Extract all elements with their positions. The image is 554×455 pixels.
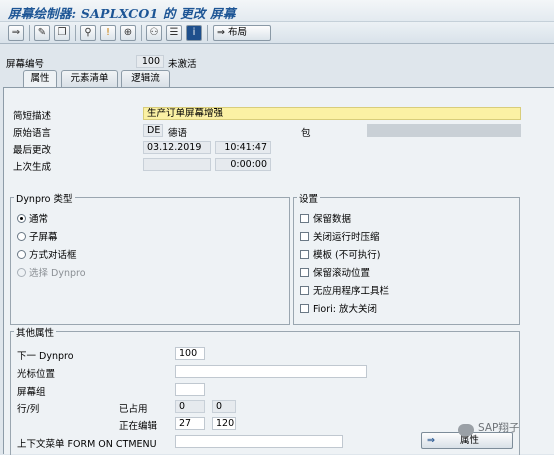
editing-column-field[interactable]: 120 [212,417,236,430]
toolbar-separator [29,25,30,41]
screen-group-field[interactable] [175,383,205,396]
arrow-right-icon: ⇒ [427,435,435,446]
package-label: 包 [301,128,311,139]
radio-icon [17,232,26,241]
display-change-icon[interactable]: ✎ [34,25,50,41]
activate-icon[interactable]: ! [100,25,116,41]
radio-selected-icon [17,214,26,223]
toolbar-separator [141,25,142,41]
test-icon[interactable]: ⊕ [120,25,136,41]
radio-subscreen[interactable]: 子屏幕 [17,229,58,243]
checkbox-hold-data[interactable]: 保留数据 [300,211,351,225]
other-attributes-title: 其他属性 [14,325,57,339]
where-used-icon[interactable]: ⚇ [146,25,162,41]
last-generated-date [143,158,211,171]
context-menu-field[interactable] [175,435,343,448]
last-changed-label: 最后更改 [13,145,52,156]
context-menu-label: 上下文菜单 FORM ON CTMENU [17,439,157,450]
radio-modal-dialog[interactable]: 方式对话框 [17,247,77,261]
editing-row-field[interactable]: 27 [175,417,205,430]
checkbox-fiori-zoom-off[interactable]: Fiori: 放大关闭 [300,301,377,315]
last-changed-time: 10:41:47 [215,141,271,154]
layout-button-label: 布局 [227,27,247,38]
original-language-code: DE [143,124,163,137]
title-bar: 屏幕绘制器: SAPLXCO1 的 更改 屏幕 [0,0,554,22]
dynpro-type-title: Dynpro 类型 [14,191,75,205]
checkbox-icon [300,250,309,259]
last-changed-date: 03.12.2019 [143,141,211,154]
attributes-panel: 简短描述 生产订单屏幕增强 原始语言 DE 德语 包 最后更改 03.12.20… [3,87,554,455]
attributes-button-label: 属性 [460,435,480,446]
cursor-position-label: 光标位置 [17,369,56,380]
last-generated-time: 0:00:00 [215,158,271,171]
checkbox-no-app-toolbar[interactable]: 无应用程序工具栏 [300,283,389,297]
editing-label: 正在编辑 [119,421,158,432]
checkbox-hold-scroll-position[interactable]: 保留滚动位置 [300,265,370,279]
checkbox-icon [300,232,309,241]
radio-icon [17,250,26,259]
next-dynpro-label: 下一 Dynpro [17,351,74,362]
copy-screen-icon[interactable]: ❐ [54,25,70,41]
used-row-field: 0 [175,400,205,413]
cursor-position-field[interactable] [175,365,367,378]
other-attributes-group: 其他属性 下一 Dynpro 100 光标位置 屏幕组 行/列 已占用 0 0 … [10,325,520,455]
info-icon[interactable]: i [186,25,202,41]
hierarchy-icon[interactable]: ☰ [166,25,182,41]
short-description-field[interactable]: 生产订单屏幕增强 [143,107,521,120]
checkbox-icon [300,268,309,277]
watermark-text: SAP翔子 [478,422,520,434]
toolbar-separator [207,25,208,41]
check-icon[interactable]: ⚲ [80,25,96,41]
wechat-icon [458,424,474,436]
tab-flow-logic[interactable]: 逻辑流 [121,70,170,88]
dynpro-type-group: Dynpro 类型 通常 子屏幕 方式对话框 选择 Dynpro [10,191,290,325]
next-dynpro-field[interactable]: 100 [175,347,205,360]
checkbox-template[interactable]: 模板 (不可执行) [300,247,380,261]
short-description-label: 简短描述 [13,111,52,122]
checkbox-icon [300,214,309,223]
other-object-icon[interactable]: ⇒ [8,25,24,41]
layout-button[interactable]: ⇒ 布局 [213,25,271,41]
radio-normal[interactable]: 通常 [17,211,48,225]
screen-header: 屏幕编号 100 未激活 [0,44,554,70]
radio-icon [17,268,26,277]
toolbar-separator [75,25,76,41]
status-text: 未激活 [168,59,197,70]
used-column-field: 0 [212,400,236,413]
package-field [367,124,521,137]
used-label: 已占用 [119,404,148,415]
screen-number-label: 屏幕编号 [6,59,45,70]
tab-element-list[interactable]: 元素清单 [61,70,118,88]
settings-title: 设置 [297,191,321,205]
row-column-label: 行/列 [17,404,40,415]
settings-group: 设置 保留数据 关闭运行时压缩 模板 (不可执行) 保留滚动位置 无应用程序工具… [293,191,520,325]
checkbox-icon [300,286,309,295]
screen-number-field: 100 [136,55,164,68]
original-language-name: 德语 [168,128,188,139]
radio-selection-dynpro: 选择 Dynpro [17,265,86,279]
tab-strip: 属性 元素清单 逻辑流 [0,70,554,89]
window-title: 屏幕绘制器: SAPLXCO1 的 更改 屏幕 [8,6,236,21]
arrow-right-icon: ⇒ [217,27,228,38]
application-toolbar: ⇒ ✎ ❐ ⚲ ! ⊕ ⚇ ☰ i ⇒ 布局 [0,22,554,44]
last-generated-label: 上次生成 [13,162,52,173]
checkbox-icon [300,304,309,313]
checkbox-switch-off-compression[interactable]: 关闭运行时压缩 [300,229,380,243]
original-language-label: 原始语言 [13,128,52,139]
screen-group-label: 屏幕组 [17,387,46,398]
